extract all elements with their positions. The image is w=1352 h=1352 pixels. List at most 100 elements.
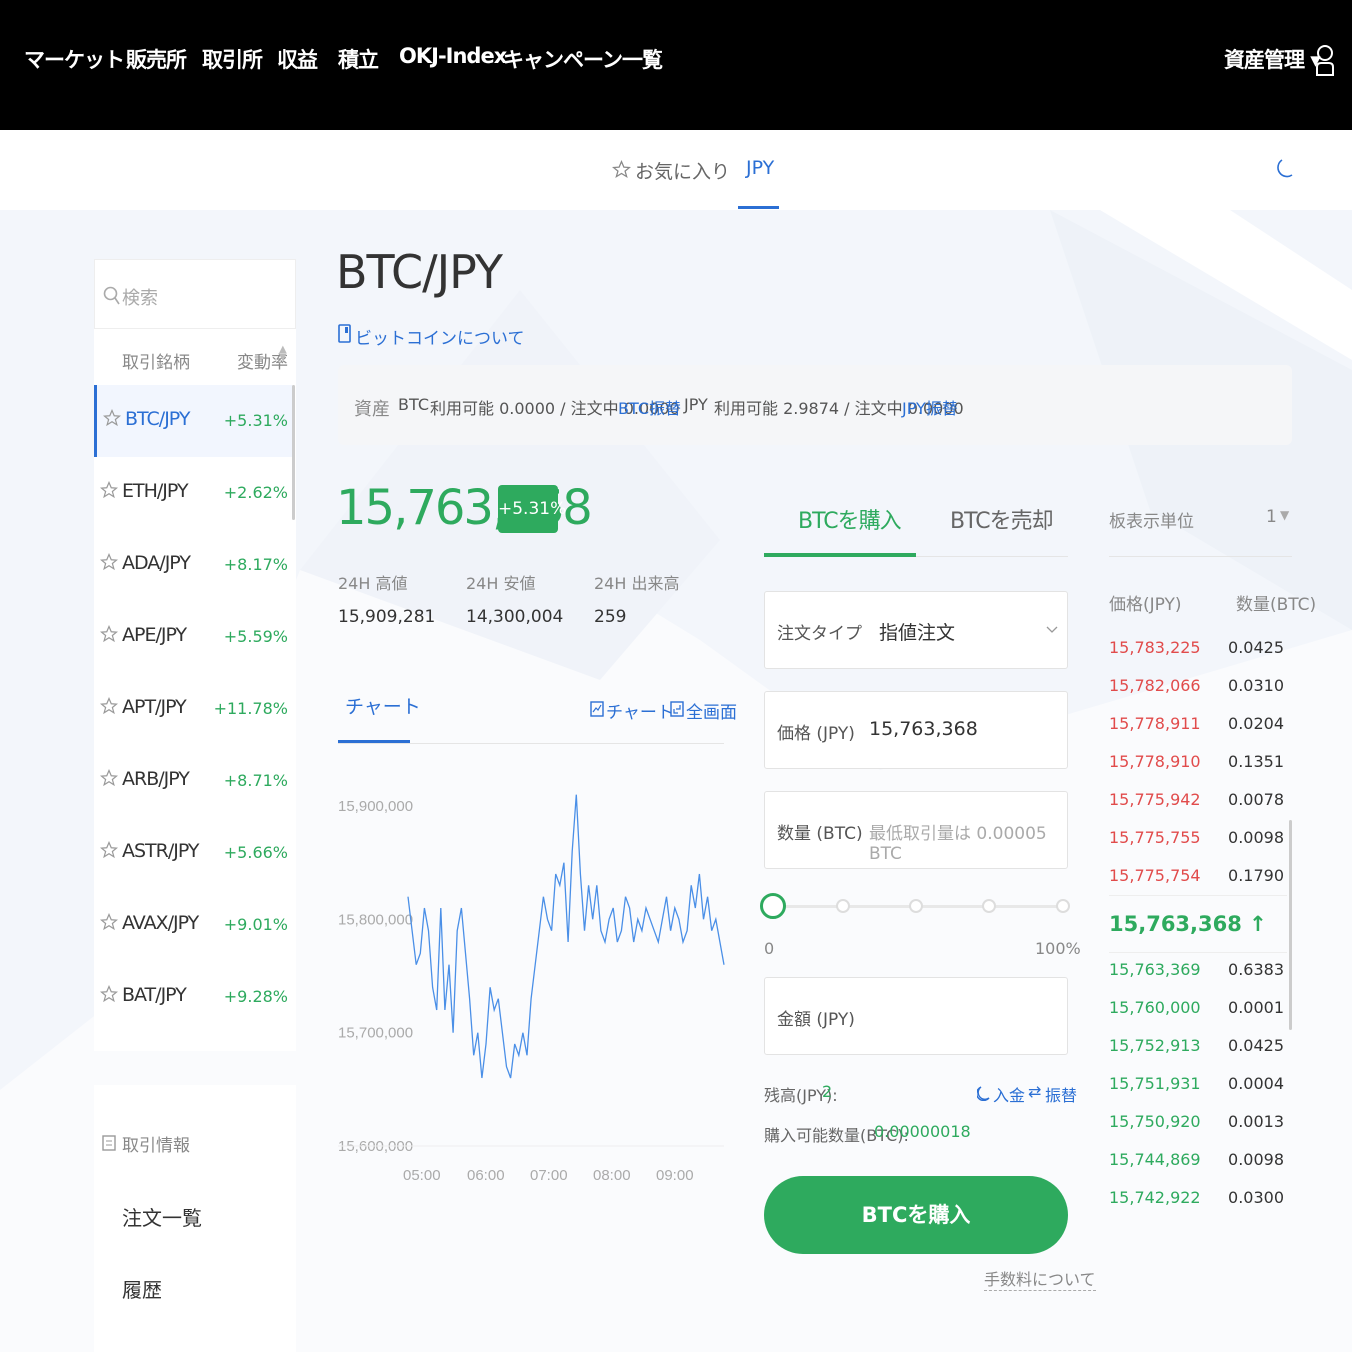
fullscreen-link[interactable]: 全画面 <box>686 698 737 723</box>
asset-management-menu[interactable]: 資産管理 ▾ <box>1224 44 1321 74</box>
star-icon[interactable] <box>100 481 118 499</box>
trade-info-panel: 取引情報 注文一覧 履歴 <box>94 1085 296 1352</box>
slider-mark-50[interactable] <box>909 899 923 913</box>
pair-symbol: APE/JPY <box>122 624 187 646</box>
bid-qty: 0.0425 <box>1228 1036 1284 1055</box>
stat-low-label: 24H 安値 <box>466 574 536 593</box>
tab-sell[interactable]: BTCを売却 <box>950 503 1054 535</box>
pair-row[interactable]: ASTR/JPY +5.66% <box>94 817 292 889</box>
stat-low-value: 14,300,004 <box>466 607 564 627</box>
amount-field[interactable]: 金額 (JPY) <box>764 977 1068 1055</box>
ask-price: 15,775,942 <box>1109 790 1201 809</box>
last-price: 15,763,368 ↑ <box>1109 912 1267 936</box>
star-icon[interactable] <box>100 769 118 787</box>
bid-qty: 0.0300 <box>1228 1188 1284 1207</box>
tab-chart[interactable]: チャート <box>345 692 421 719</box>
tab-favorites[interactable]: お気に入り <box>635 157 730 184</box>
stat-high-label: 24H 高値 <box>338 574 408 593</box>
star-icon[interactable] <box>100 553 118 571</box>
tab-buy[interactable]: BTCを購入 <box>798 503 902 535</box>
fullscreen-icon <box>670 701 684 717</box>
open-chart-link[interactable]: チャート <box>606 698 674 723</box>
pair-row[interactable]: BAT/JPY +9.28% <box>94 961 292 1033</box>
nav-earn[interactable]: 収益 <box>277 44 318 74</box>
nav-history[interactable]: 履歴 <box>122 1274 162 1303</box>
ask-qty: 0.1351 <box>1228 752 1284 771</box>
slider-mark-25[interactable] <box>836 899 850 913</box>
price-chart[interactable]: 15,900,00015,800,00015,700,00015,600,000… <box>330 780 730 1190</box>
nav-exchange[interactable]: 取引所 <box>202 44 263 74</box>
search-input[interactable]: 検索 <box>94 259 296 329</box>
pair-row[interactable]: ADA/JPY +8.17% <box>94 529 292 601</box>
star-icon <box>612 160 631 179</box>
user-icon[interactable] <box>1315 43 1335 77</box>
quantity-field[interactable]: 数量 (BTC) 最低取引量は 0.00005 BTC <box>764 791 1068 869</box>
ask-qty: 0.0425 <box>1228 638 1284 657</box>
orderbook-col-price: 価格(JPY) <box>1109 595 1182 615</box>
btc-transfer-link[interactable]: BTC振替 <box>618 395 681 419</box>
nav-order-list[interactable]: 注文一覧 <box>122 1202 202 1231</box>
deposit-link[interactable]: 入金 <box>993 1082 1025 1106</box>
nav-okj-index[interactable]: OKJ-Index <box>399 44 507 68</box>
slider-max-label: 100% <box>1035 939 1081 958</box>
slider-mark-75[interactable] <box>982 899 996 913</box>
ask-price: 15,783,225 <box>1109 638 1201 657</box>
tab-jpy[interactable]: JPY <box>746 157 774 179</box>
nav-market[interactable]: マーケット <box>24 44 125 74</box>
chart-icon <box>590 701 604 717</box>
star-icon[interactable] <box>103 409 121 427</box>
fee-info-link[interactable]: 手数料について <box>984 1266 1096 1291</box>
orderbook-scrollbar[interactable] <box>1289 820 1292 1030</box>
pair-list-header: 取引銘柄 変動率 ▲ ▼ <box>94 330 296 385</box>
jpy-transfer-link[interactable]: JPY振替 <box>902 395 958 419</box>
star-icon[interactable] <box>100 985 118 1003</box>
price-value: 15,763,368 <box>869 718 978 740</box>
slider-mark-100[interactable] <box>1056 899 1070 913</box>
star-icon[interactable] <box>100 625 118 643</box>
star-icon[interactable] <box>100 697 118 715</box>
assets-label: 資産 <box>354 399 390 420</box>
pair-change: +8.71% <box>223 771 288 790</box>
bid-price: 15,751,931 <box>1109 1074 1201 1093</box>
pair-row[interactable]: APE/JPY +5.59% <box>94 601 292 673</box>
moon-icon[interactable] <box>1276 158 1294 180</box>
pair-symbol: BAT/JPY <box>122 984 187 1006</box>
pair-symbol: APT/JPY <box>122 696 187 718</box>
top-navigation: マーケット 販売所 取引所 収益 積立 OKJ-Index キャンペーン一覧 資… <box>0 0 1352 130</box>
pair-change: +8.17% <box>223 555 288 574</box>
star-icon[interactable] <box>100 913 118 931</box>
ask-price: 15,778,911 <box>1109 714 1201 733</box>
bid-qty: 0.0001 <box>1228 998 1284 1017</box>
nav-campaigns[interactable]: キャンペーン一覧 <box>503 44 663 74</box>
y-axis-label: 15,900,000 <box>338 798 413 815</box>
order-type-value: 指値注文 <box>879 622 956 644</box>
slider-handle[interactable] <box>760 893 786 919</box>
transfer-link[interactable]: 振替 <box>1045 1082 1077 1106</box>
pair-row[interactable]: BTC/JPY +5.31% <box>94 385 292 457</box>
ask-price: 15,782,066 <box>1109 676 1201 695</box>
about-bitcoin-link[interactable]: ビットコインについて <box>355 324 525 349</box>
unit-caret-icon[interactable]: ▼ <box>1280 508 1289 522</box>
orderbook-unit-select[interactable]: 1 <box>1266 507 1277 527</box>
pair-row[interactable]: ARB/JPY +8.71% <box>94 745 292 817</box>
order-type-select[interactable]: 注文タイプ 指値注文 <box>764 591 1068 669</box>
nav-recurring[interactable]: 積立 <box>338 44 379 74</box>
pair-change: +2.62% <box>223 483 288 502</box>
order-type-label: 注文タイプ <box>777 624 862 644</box>
sort-icon[interactable]: ▲ ▼ <box>279 345 287 363</box>
quantity-slider[interactable] <box>760 893 1070 919</box>
price-field[interactable]: 価格 (JPY) 15,763,368 <box>764 691 1068 769</box>
bid-price: 15,742,922 <box>1109 1188 1201 1207</box>
ask-price: 15,775,754 <box>1109 866 1201 885</box>
ask-qty: 0.0078 <box>1228 790 1284 809</box>
pair-row[interactable]: ETH/JPY +2.62% <box>94 457 292 529</box>
pair-change: +9.01% <box>223 915 288 934</box>
pair-row[interactable]: AVAX/JPY +9.01% <box>94 889 292 961</box>
pair-list-scrollbar[interactable] <box>292 385 295 520</box>
buy-btc-button[interactable]: BTCを購入 <box>764 1176 1068 1254</box>
nav-sales[interactable]: 販売所 <box>126 44 187 74</box>
deposit-icon <box>977 1086 990 1101</box>
star-icon[interactable] <box>100 841 118 859</box>
pair-row[interactable]: APT/JPY +11.78% <box>94 673 292 745</box>
amount-label: 金額 (JPY) <box>777 1010 855 1030</box>
